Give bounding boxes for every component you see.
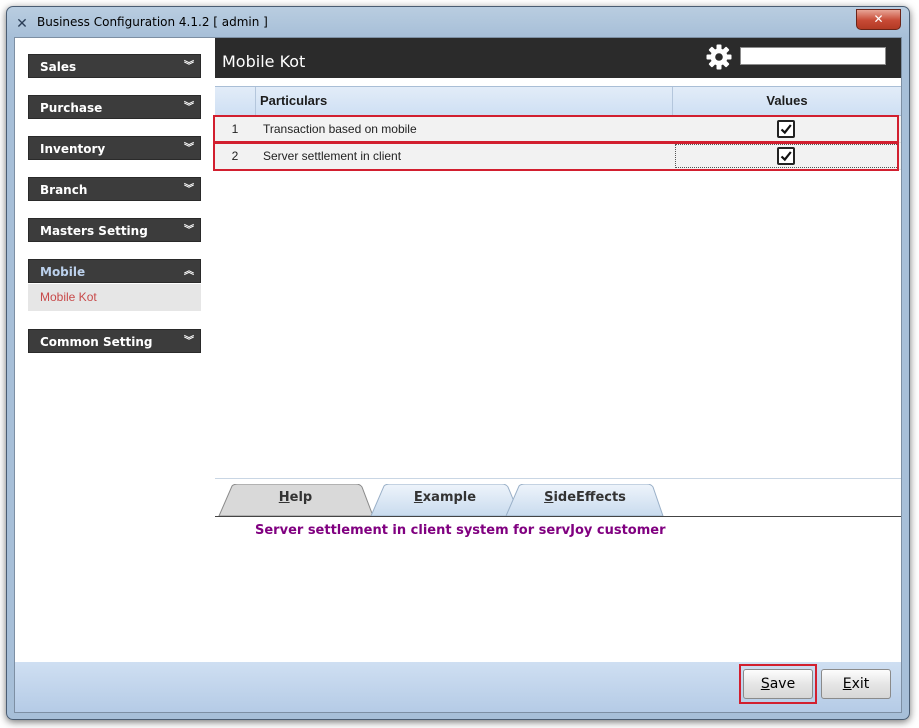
grid-header: Particulars Values [215,86,901,116]
exit-button[interactable]: Exit [821,669,891,699]
chevron-down-icon: ︾ [184,102,194,113]
tab-label: SideEffects [544,490,626,505]
row-highlight-box [213,115,899,143]
sidebar-section-label: Common Setting [40,335,153,349]
tab-sideeffects[interactable]: SideEffects [505,484,665,516]
gear-icon[interactable] [705,43,733,71]
sidebar-section-sales[interactable]: Sales ︾ [28,54,201,78]
search-input[interactable] [740,47,886,65]
column-header-values: Values [766,93,808,108]
sidebar-section-inventory[interactable]: Inventory ︾ [28,136,201,160]
tab-example[interactable]: Example [370,484,520,516]
bottom-bar: Save Exit [15,662,901,712]
title-bar[interactable]: ✕ Business Configuration 4.1.2 [ admin ]… [7,7,909,37]
window-title: Business Configuration 4.1.2 [ admin ] [37,15,268,29]
sidebar-item-mobile-kot[interactable]: Mobile Kot [28,284,201,311]
sidebar-item-label: Mobile Kot [40,290,97,304]
tab-label: Example [413,490,477,505]
help-tabs-area: Help Example SideEffects Server settleme… [215,478,901,663]
settings-grid: Particulars Values 1 Transaction based o… [213,78,901,478]
tools-icon: ✕ [16,15,28,31]
sidebar-section-mobile[interactable]: Mobile ︽ [28,259,201,283]
sidebar-section-masters-setting[interactable]: Masters Setting ︾ [28,218,201,242]
sidebar-section-label: Purchase [40,101,103,115]
sidebar: Sales ︾ Purchase ︾ Inventory ︾ Branch ︾ … [15,38,215,662]
tab-divider [215,516,901,517]
sidebar-section-label: Mobile [40,265,86,279]
sidebar-section-label: Masters Setting [40,224,148,238]
tab-help[interactable]: Help [218,484,373,516]
page-title: Mobile Kot [222,52,306,71]
help-description: Server settlement in client system for s… [255,523,666,538]
row-highlight-box [213,142,899,171]
column-header-particulars: Particulars [255,87,673,115]
chevron-down-icon: ︾ [184,143,194,154]
save-button[interactable]: Save [743,669,813,699]
main-panel: Mobile Kot Particulars Values 1 Transact… [213,38,901,663]
sidebar-section-label: Sales [40,60,77,74]
sidebar-section-purchase[interactable]: Purchase ︾ [28,95,201,119]
tab-label: Help [278,490,313,505]
column-header-index [215,87,256,115]
chevron-down-icon: ︾ [184,225,194,236]
sidebar-section-branch[interactable]: Branch ︾ [28,177,201,201]
chevron-down-icon: ︾ [184,61,194,72]
chevron-up-icon: ︽ [184,266,194,277]
sidebar-section-common-setting[interactable]: Common Setting ︾ [28,329,201,353]
close-button[interactable]: ✕ [856,9,901,30]
chevron-down-icon: ︾ [184,336,194,347]
main-header: Mobile Kot [215,38,901,78]
sidebar-section-label: Branch [40,183,88,197]
sidebar-section-label: Inventory [40,142,106,156]
client-area: Sales ︾ Purchase ︾ Inventory ︾ Branch ︾ … [14,37,902,713]
app-window: ✕ Business Configuration 4.1.2 [ admin ]… [6,6,910,720]
chevron-down-icon: ︾ [184,184,194,195]
